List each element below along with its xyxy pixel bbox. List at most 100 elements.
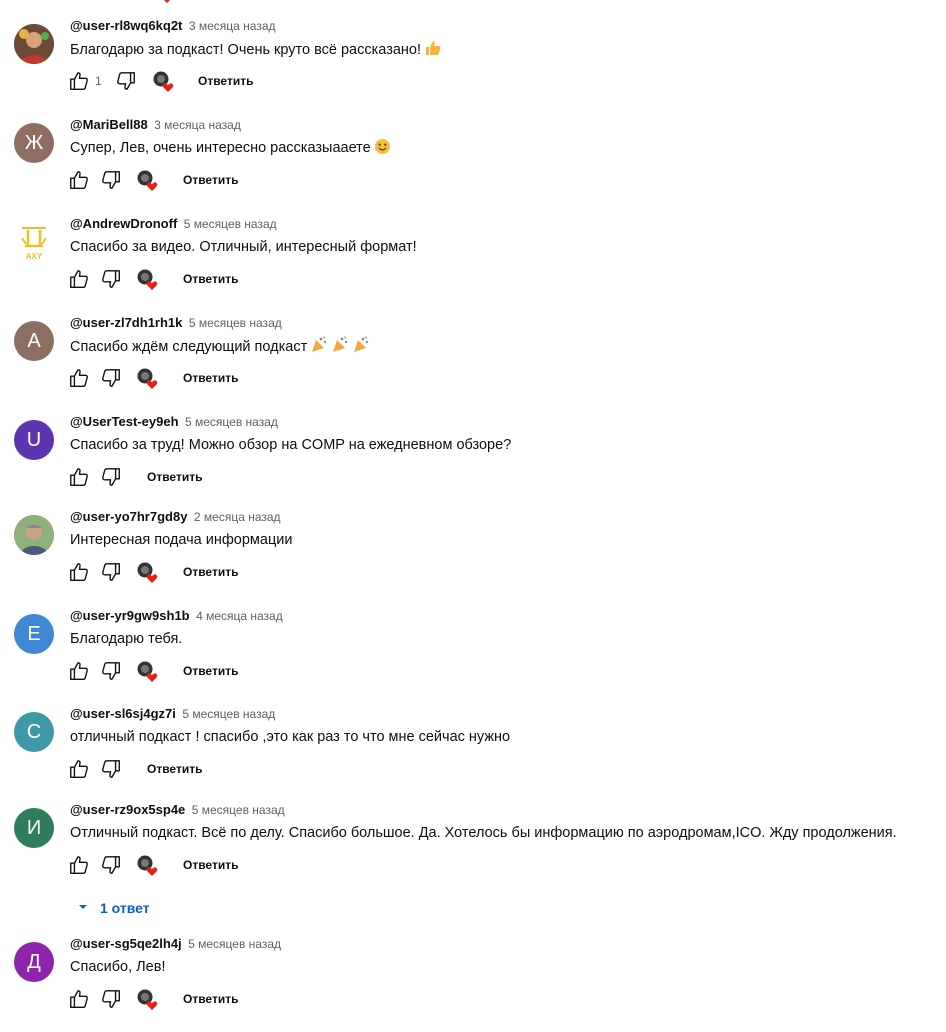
like-count: 1 <box>95 74 102 88</box>
avatar[interactable]: А <box>14 321 54 361</box>
reply-button[interactable]: Ответить <box>183 664 238 678</box>
avatar[interactable] <box>14 515 54 555</box>
comment-thread: Ж @MariBell88 3 месяца назад Супер, Лев,… <box>0 117 946 213</box>
thumbs-down-icon[interactable] <box>100 660 122 682</box>
reply-button[interactable]: Ответить <box>147 470 202 484</box>
comment-text-body: Спасибо, Лев! <box>70 959 166 975</box>
comment-thread: Д @user-sg5qe2lh4j 5 месяцев назад Спаси… <box>0 936 946 1032</box>
avatar[interactable]: Д <box>14 942 54 982</box>
comment-text-body: отличный подкаст ! спасибо ,это как раз … <box>70 729 511 745</box>
comment-author[interactable]: @user-yr9gw9sh1b <box>70 608 190 623</box>
svg-text:AXY: AXY <box>26 252 43 261</box>
comment-author[interactable]: @user-zl7dh1rh1k <box>70 315 182 330</box>
chevron-down-icon <box>79 905 87 909</box>
thumbs-up-icon[interactable] <box>68 169 90 191</box>
avatar-photo <box>14 24 54 64</box>
comment-timestamp[interactable]: 5 месяцев назад <box>192 803 285 817</box>
avatar-letter: Ж <box>24 131 44 154</box>
thumbs-up-icon[interactable] <box>68 854 90 876</box>
creator-heart-icon <box>137 562 158 583</box>
avatar-letter: И <box>26 816 42 839</box>
creator-heart-icon <box>137 269 158 290</box>
comment-timestamp[interactable]: 5 месяцев назад <box>182 707 275 721</box>
thumbs-up-icon[interactable] <box>68 70 90 92</box>
creator-heart-icon <box>137 989 158 1010</box>
reply-button[interactable]: Ответить <box>183 992 238 1006</box>
avatar[interactable]: И <box>14 808 54 848</box>
comment-author[interactable]: @MariBell88 <box>70 117 148 132</box>
reply-button[interactable]: Ответить <box>183 173 238 187</box>
creator-heart-icon <box>137 170 158 191</box>
avatar[interactable] <box>14 24 54 64</box>
replies-count-label: 1 ответ <box>100 900 150 916</box>
thumbs-up-icon[interactable] <box>68 367 90 389</box>
comment-text-body: Спасибо за труд! Можно обзор на COMP на … <box>70 437 512 453</box>
comment-timestamp[interactable]: 5 месяцев назад <box>184 217 277 231</box>
thumbs-up-icon[interactable] <box>68 660 90 682</box>
avatar-photo <box>14 515 54 555</box>
comment-author[interactable]: @user-sg5qe2lh4j <box>70 936 182 951</box>
thumbs-down-icon[interactable] <box>100 268 122 290</box>
creator-heart-icon <box>137 855 158 876</box>
comment-author[interactable]: @user-sl6sj4gz7i <box>70 706 176 721</box>
comment-text-body: Спасибо за видео. Отличный, интересный ф… <box>70 239 417 255</box>
comment-author[interactable]: @user-rz9ox5sp4e <box>70 802 185 817</box>
comment-text: Спасибо за труд! Можно обзор на COMP на … <box>70 435 511 455</box>
comment-text: Спасибо ждём следующий подкаст <box>70 336 374 360</box>
comment-timestamp[interactable]: 5 месяцев назад <box>189 316 282 330</box>
thumbs-down-icon[interactable] <box>100 854 122 876</box>
comment-author[interactable]: @AndrewDronoff <box>70 216 177 231</box>
comment-author[interactable]: @UserTest-ey9eh <box>70 414 179 429</box>
thumbs-up-icon[interactable] <box>68 268 90 290</box>
thumbs-down-icon[interactable] <box>100 988 122 1010</box>
thumbs-down-icon[interactable] <box>100 561 122 583</box>
comment-thread: И @user-rz9ox5sp4e 5 месяцев назад Отлич… <box>0 802 946 898</box>
reply-button[interactable]: Ответить <box>183 272 238 286</box>
comment-timestamp[interactable]: 2 месяца назад <box>194 510 281 524</box>
thumbs-up-icon[interactable] <box>68 988 90 1010</box>
reply-button[interactable]: Ответить <box>183 565 238 579</box>
comment-text-body: Спасибо ждём следующий подкаст <box>70 339 308 355</box>
comment-thread: U @UserTest-ey9eh 5 месяцев назад Спасиб… <box>0 414 946 510</box>
comment-thread: @user-rl8wq6kq2t 3 месяца назад Благодар… <box>0 18 946 114</box>
comment-text: отличный подкаст ! спасибо ,это как раз … <box>70 727 510 747</box>
reply-button[interactable]: Ответить <box>183 371 238 385</box>
avatar[interactable]: AXY <box>14 222 54 262</box>
avatar[interactable]: U <box>14 420 54 460</box>
avatar[interactable]: С <box>14 712 54 752</box>
comment-text-body: Благодарю тебя. <box>70 631 183 647</box>
thumbs-down-icon[interactable] <box>100 367 122 389</box>
comment-text: Благодарю за подкаст! Очень круто всё ра… <box>70 39 442 63</box>
thumbs-down-icon[interactable] <box>115 70 137 92</box>
thumbs-up-icon[interactable] <box>68 466 90 488</box>
thumbs-up-emoji <box>424 39 442 63</box>
comment-text-body: Супер, Лев, очень интересно рассказыаает… <box>70 140 371 156</box>
party-popper-emoji <box>310 336 374 360</box>
thumbs-up-icon[interactable] <box>68 758 90 780</box>
comment-text: Спасибо за видео. Отличный, интересный ф… <box>70 237 417 257</box>
thumbs-down-icon[interactable] <box>100 758 122 780</box>
creator-heart-icon <box>164 0 170 3</box>
reply-button[interactable]: Ответить <box>198 74 253 88</box>
comment-timestamp[interactable]: 5 месяцев назад <box>188 937 281 951</box>
comment-timestamp[interactable]: 3 месяца назад <box>154 118 241 132</box>
comment-author[interactable]: @user-rl8wq6kq2t <box>70 18 182 33</box>
thumbs-down-icon[interactable] <box>100 466 122 488</box>
comment-thread: E @user-yr9gw9sh1b 4 месяца назад Благод… <box>0 608 946 704</box>
comment-text-body: Благодарю за подкаст! Очень круто всё ра… <box>70 42 422 58</box>
comment-author[interactable]: @user-yo7hr7gd8y <box>70 509 187 524</box>
comment-text: Супер, Лев, очень интересно рассказыаает… <box>70 138 391 161</box>
avatar-letter: А <box>27 329 41 352</box>
comment-thread: С @user-sl6sj4gz7i 5 месяцев назад отлич… <box>0 706 946 802</box>
thumbs-up-icon[interactable] <box>68 561 90 583</box>
comment-text-body: Интересная подача информации <box>70 532 293 548</box>
comment-timestamp[interactable]: 3 месяца назад <box>189 19 276 33</box>
comment-timestamp[interactable]: 5 месяцев назад <box>185 415 278 429</box>
reply-button[interactable]: Ответить <box>147 762 202 776</box>
thumbs-down-icon[interactable] <box>100 169 122 191</box>
reply-button[interactable]: Ответить <box>183 858 238 872</box>
avatar[interactable]: Ж <box>14 123 54 163</box>
comment-timestamp[interactable]: 4 месяца назад <box>196 609 283 623</box>
channel-logo-icon: AXY <box>21 227 47 261</box>
avatar[interactable]: E <box>14 614 54 654</box>
